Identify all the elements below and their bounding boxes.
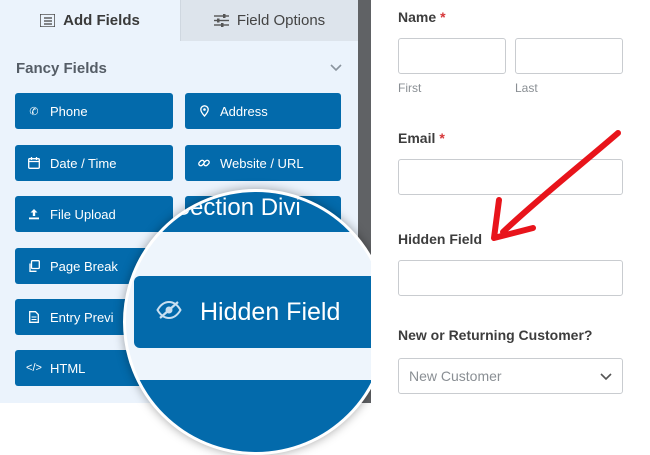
- red-arrow-annotation: [491, 130, 621, 241]
- tab-add-fields[interactable]: Add Fields: [0, 0, 180, 41]
- tab-label: Add Fields: [63, 12, 140, 29]
- field-label: Page Break: [50, 258, 118, 274]
- code-icon: </>: [26, 362, 42, 374]
- fancy-fields-header[interactable]: Fancy Fields: [16, 58, 342, 78]
- magnifier-zoom: Section Divi Hidden Field: [123, 189, 389, 455]
- chevron-down-icon: [330, 59, 342, 77]
- zoomed-label: Section Divi: [174, 194, 301, 221]
- field-label: Phone: [50, 103, 88, 119]
- field-button-address[interactable]: Address: [185, 93, 341, 129]
- field-button-date-time[interactable]: Date / Time: [15, 145, 173, 181]
- eye-slash-icon: [156, 298, 182, 327]
- sliders-icon: [213, 14, 229, 27]
- copy-icon: [27, 260, 41, 272]
- phone-icon: ✆: [29, 105, 39, 118]
- field-button-website-url[interactable]: Website / URL: [185, 145, 341, 181]
- field-button-phone[interactable]: ✆ Phone: [15, 93, 173, 129]
- tab-field-options[interactable]: Field Options: [180, 0, 358, 41]
- field-label: Date / Time: [50, 155, 117, 171]
- zoomed-next-button: [134, 380, 386, 452]
- zoomed-label: Hidden Field: [200, 297, 341, 326]
- panel-tabs: Add Fields Field Options: [0, 0, 358, 41]
- list-icon: [40, 14, 56, 27]
- field-label: Address: [220, 103, 268, 119]
- calendar-icon: [27, 157, 41, 169]
- document-icon: [27, 311, 41, 323]
- link-icon: [197, 157, 211, 169]
- field-label: Website / URL: [220, 155, 304, 171]
- form-preview: Name * First Last Email * Hidden Field New…: [371, 0, 650, 403]
- section-title: Fancy Fields: [16, 59, 107, 77]
- field-label: File Upload: [50, 206, 116, 222]
- map-pin-icon: [197, 105, 211, 117]
- field-label: Entry Previ: [50, 309, 114, 325]
- tab-label: Field Options: [236, 12, 326, 29]
- zoomed-section-divider-button: Section Divi: [134, 192, 386, 232]
- field-label: HTML: [50, 360, 86, 376]
- upload-icon: [27, 208, 41, 220]
- zoomed-hidden-field-button[interactable]: Hidden Field: [134, 276, 386, 348]
